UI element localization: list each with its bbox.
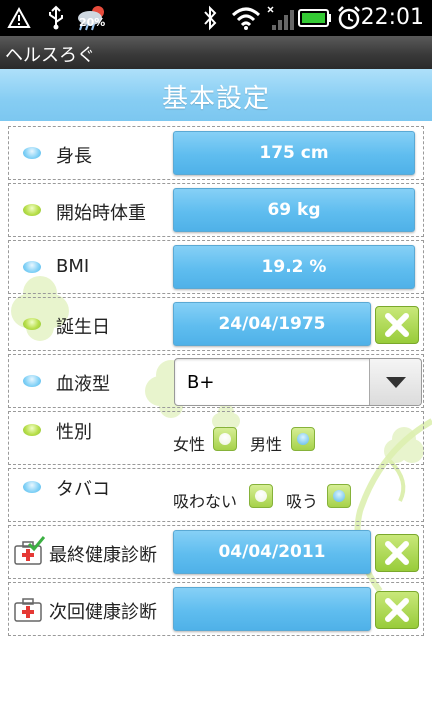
radio-dot	[219, 433, 231, 445]
blood-type-row: 血液型 B+	[8, 354, 424, 408]
tobacco-no-label: 吸わない	[173, 492, 238, 511]
tobacco-yes-label: 吸う	[286, 492, 319, 511]
birthday-label: 誕生日	[56, 317, 110, 338]
status-bar: 20% 22:01	[0, 0, 432, 36]
radio-dot-selected	[297, 433, 309, 445]
next-checkup-label: 次回健康診断	[49, 602, 157, 623]
battery-icon	[298, 4, 332, 32]
clear-next-checkup-button[interactable]	[375, 591, 419, 629]
birthday-value-button[interactable]: 24/04/1975	[173, 302, 371, 346]
signal-icon	[266, 4, 296, 32]
start-weight-label: 開始時体重	[56, 203, 146, 224]
row-bullet	[23, 375, 41, 387]
app-title-bar: ヘルスろぐ	[0, 36, 432, 69]
clock: 22:01	[360, 5, 424, 30]
chevron-down-icon	[385, 377, 406, 388]
radio-dot	[255, 490, 267, 502]
close-icon	[385, 541, 409, 565]
close-icon	[385, 598, 409, 622]
bmi-row: BMI 19.2 %	[8, 240, 424, 294]
row-bullet	[23, 318, 41, 330]
clear-birthday-button[interactable]	[375, 306, 419, 344]
wifi-icon	[230, 4, 262, 32]
row-bullet	[23, 424, 41, 436]
bmi-value-button[interactable]: 19.2 %	[173, 245, 415, 289]
tobacco-no-radio[interactable]	[249, 484, 273, 508]
section-header: 基本設定	[0, 69, 432, 121]
height-label: 身長	[56, 146, 92, 167]
start-weight-row: 開始時体重 69 kg	[8, 183, 424, 237]
gender-label: 性別	[56, 422, 92, 443]
gender-female-label: 女性	[173, 435, 206, 454]
blood-type-select[interactable]: B+	[174, 358, 422, 406]
gender-male-label: 男性	[250, 435, 283, 454]
last-checkup-row: 最終健康診断 04/04/2011	[8, 525, 424, 579]
height-row: 身長 175 cm	[8, 126, 424, 180]
page-title: 基本設定	[161, 84, 270, 114]
bluetooth-icon	[200, 4, 220, 32]
next-checkup-row: 次回健康診断	[8, 582, 424, 636]
bmi-label: BMI	[56, 256, 90, 277]
clear-last-checkup-button[interactable]	[375, 534, 419, 572]
start-weight-value-button[interactable]: 69 kg	[173, 188, 415, 232]
next-checkup-value-button[interactable]	[173, 587, 371, 631]
row-bullet	[23, 204, 41, 216]
alarm-icon	[336, 4, 362, 32]
blood-type-label: 血液型	[56, 374, 110, 395]
usb-icon	[44, 4, 68, 32]
battery-percent: 20%	[79, 16, 106, 29]
medical-checked-icon	[14, 536, 45, 565]
tobacco-row: タバコ 吸わない 吸う	[8, 468, 424, 522]
gender-female-radio[interactable]	[213, 427, 237, 451]
radio-dot-selected	[333, 490, 345, 502]
gender-row: 性別 女性 男性	[8, 411, 424, 465]
last-checkup-value-button[interactable]: 04/04/2011	[173, 530, 371, 574]
row-bullet	[23, 261, 41, 273]
dropdown-arrow[interactable]	[369, 359, 421, 405]
medical-kit-icon	[14, 598, 42, 622]
tobacco-label: タバコ	[56, 479, 110, 500]
blood-type-selected-value: B+	[187, 372, 215, 393]
row-bullet	[23, 147, 41, 159]
last-checkup-label: 最終健康診断	[49, 545, 157, 566]
tobacco-yes-radio[interactable]	[327, 484, 351, 508]
gender-male-radio[interactable]	[291, 427, 315, 451]
app-title: ヘルスろぐ	[5, 45, 95, 66]
birthday-row: 誕生日 24/04/1975	[8, 297, 424, 351]
row-bullet	[23, 481, 41, 493]
warning-icon	[6, 4, 32, 32]
close-icon	[385, 313, 409, 337]
height-value-button[interactable]: 175 cm	[173, 131, 415, 175]
